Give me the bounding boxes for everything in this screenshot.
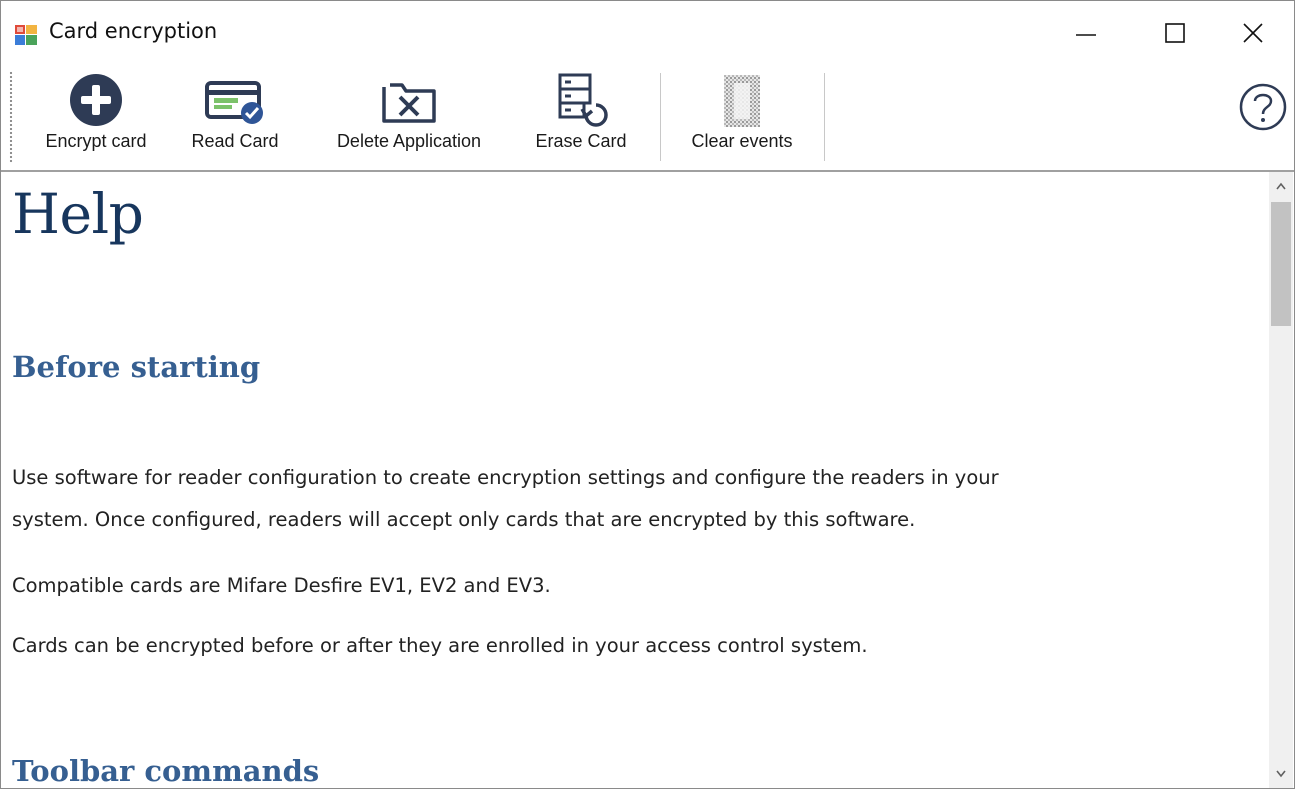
paragraph: Cards can be encrypted before or after t… [12, 634, 868, 657]
clear-events-button[interactable]: Clear events [669, 65, 815, 165]
scroll-up-button[interactable] [1269, 174, 1293, 200]
erase-card-label: Erase Card [535, 131, 627, 151]
folder-x-icon [382, 83, 436, 123]
minimize-icon [1076, 34, 1096, 36]
paragraph-line: Use software for reader configuration to… [12, 466, 999, 489]
maximize-icon [1165, 23, 1185, 43]
read-card-button[interactable]: Read Card [177, 65, 293, 165]
card-check-icon [205, 81, 263, 124]
toolbar-commands-heading: Toolbar commands [12, 754, 320, 788]
read-card-label: Read Card [191, 131, 279, 151]
minimize-button[interactable] [1047, 1, 1127, 65]
maximize-button[interactable] [1136, 1, 1216, 65]
server-restore-icon [558, 73, 608, 127]
help-content[interactable]: Help Before starting Use software for re… [1, 172, 1294, 788]
vertical-scrollbar[interactable] [1269, 172, 1293, 788]
clear-events-icon [724, 75, 760, 127]
chevron-up-icon [1276, 182, 1286, 190]
delete-application-label: Delete Application [336, 131, 482, 151]
before-starting-heading: Before starting [12, 350, 261, 384]
toolbar-grip[interactable] [9, 71, 13, 163]
close-icon [1243, 23, 1263, 43]
encrypt-card-label: Encrypt card [45, 131, 147, 151]
scroll-thumb[interactable] [1271, 202, 1291, 326]
toolbar-separator [660, 73, 661, 161]
close-button[interactable] [1214, 1, 1294, 65]
paragraph: Compatible cards are Mifare Desfire EV1,… [12, 574, 551, 597]
clear-events-label: Clear events [691, 131, 793, 151]
plus-circle-icon [70, 74, 122, 126]
scroll-down-button[interactable] [1269, 760, 1293, 786]
delete-application-button[interactable]: Delete Application [308, 65, 510, 165]
app-window-icon [15, 25, 37, 45]
title-bar: Card encryption [1, 1, 1294, 65]
help-button[interactable] [1238, 81, 1288, 133]
help-heading: Help [12, 182, 144, 246]
toolbar-separator [824, 73, 825, 161]
erase-card-button[interactable]: Erase Card [519, 65, 643, 165]
paragraph-line: system. Once configured, readers will ac… [12, 508, 916, 531]
window-title: Card encryption [49, 19, 218, 43]
encrypt-card-button[interactable]: Encrypt card [21, 65, 171, 165]
app-window: Card encryption Encrypt card Read Card D… [0, 0, 1295, 789]
help-circle-icon [1239, 83, 1287, 131]
chevron-down-icon [1276, 770, 1286, 778]
toolbar: Encrypt card Read Card Delete Applicatio… [1, 65, 1294, 172]
